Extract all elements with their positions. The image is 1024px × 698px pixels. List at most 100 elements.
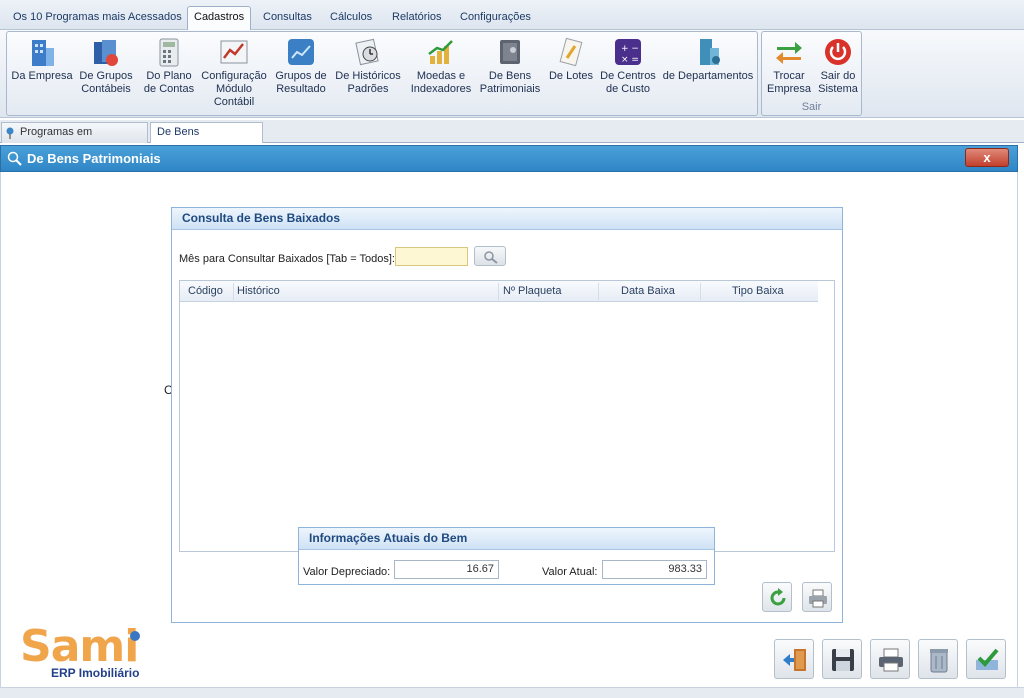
history-icon: [355, 38, 379, 66]
ribbon-button-sair-sistema[interactable]: Sair do Sistema: [814, 36, 862, 96]
search-button[interactable]: [474, 246, 506, 266]
door-exit-icon: [783, 649, 806, 671]
save-button[interactable]: [822, 639, 862, 679]
ribbon-label: Configuração Módulo Contábil: [201, 70, 267, 108]
ribbon-label: Do Plano de Contas: [143, 70, 195, 95]
safe-icon: [500, 40, 520, 64]
grid-header: Código Histórico Nº Plaqueta Data Baixa …: [180, 281, 818, 302]
valor-atual-label: Valor Atual:: [542, 566, 598, 578]
ribbon-toolbar: Da Empresa De Grupos Contábeis Do Plano …: [0, 30, 1024, 118]
ribbon-group-sair: Trocar Empresa Sair do Sistema Sair: [761, 31, 862, 116]
ribbon-label: Da Empresa: [11, 70, 73, 82]
lot-icon: [559, 37, 583, 67]
ribbon-button-plano-contas[interactable]: Do Plano de Contas: [139, 36, 199, 96]
switch-arrows-icon: [776, 42, 802, 64]
book-group-icon: [94, 40, 118, 66]
menu-tab-configuracoes[interactable]: Configurações: [454, 7, 537, 29]
ribbon-label: Sair do Sistema: [818, 70, 858, 95]
menu-tab-calculos[interactable]: Cálculos: [324, 7, 378, 29]
ribbon-button-grupos-contabeis[interactable]: De Grupos Contábeis: [75, 36, 137, 96]
refresh-button[interactable]: [762, 582, 792, 612]
mes-label: Mês para Consultar Baixados [Tab = Todos…: [179, 253, 395, 265]
column-header-plaqueta[interactable]: Nº Plaqueta: [503, 285, 561, 297]
money-chart-icon: [428, 40, 453, 64]
panel-title: Consulta de Bens Baixados: [172, 208, 842, 230]
calculator-icon: [159, 38, 179, 67]
chart-config-icon: [220, 40, 248, 64]
ribbon-label: De Centros de Custo: [600, 70, 656, 95]
ribbon-button-lotes[interactable]: De Lotes: [545, 36, 597, 83]
exit-door-button[interactable]: [774, 639, 814, 679]
mes-input[interactable]: [395, 247, 468, 266]
ribbon-button-config-modulo-contabil[interactable]: Configuração Módulo Contábil: [201, 36, 267, 109]
building-icon: [32, 40, 54, 66]
result-chart-icon: [288, 39, 314, 65]
print-button[interactable]: [802, 582, 832, 612]
svg-text:+ −: + −: [621, 44, 639, 54]
ribbon-button-centros-custo[interactable]: + − × = De Centros de Custo: [597, 36, 659, 96]
valor-depreciado-label: Valor Depreciado:: [303, 566, 391, 578]
calculator-cost-icon: + −× =: [615, 39, 641, 65]
column-divider: [700, 283, 701, 300]
floppy-icon: [832, 649, 854, 671]
print-report-button[interactable]: [870, 639, 910, 679]
department-icon: [700, 39, 720, 65]
window-title-bar: De Bens Patrimoniais x: [0, 145, 1018, 172]
ribbon-button-grupos-resultado[interactable]: Grupos de Resultado: [271, 36, 331, 96]
ribbon-label: Moedas e Indexadores: [410, 70, 472, 95]
logo-subtitle: ERP Imobiliário: [51, 666, 140, 680]
column-divider: [598, 283, 599, 300]
valor-depreciado-field[interactable]: 16.67: [394, 560, 499, 579]
menu-tab-relatorios[interactable]: Relatórios: [386, 7, 448, 29]
column-header-tipo-baixa[interactable]: Tipo Baixa: [732, 285, 784, 297]
ribbon-label: Trocar Empresa: [766, 70, 812, 95]
menu-tab-cadastros[interactable]: Cadastros: [187, 6, 252, 31]
printer-icon: [879, 648, 903, 672]
ribbon-label: de Departamentos: [662, 70, 754, 82]
power-icon: [825, 39, 851, 65]
ribbon-button-bens-patrimoniais[interactable]: De Bens Patrimoniais: [479, 36, 541, 96]
pin-icon: [6, 127, 14, 139]
column-divider: [233, 283, 234, 300]
ribbon-group-caption: Sair: [801, 101, 822, 113]
doc-tab-programas-execucao[interactable]: Programas em Execução: [1, 122, 148, 157]
ribbon-button-historicos-padroes[interactable]: De Históricos Padrões: [333, 36, 403, 96]
valor-atual-field[interactable]: 983.33: [602, 560, 707, 579]
window-title: De Bens Patrimoniais: [27, 151, 161, 166]
trash-icon: [930, 649, 948, 673]
ribbon-label: De Lotes: [548, 70, 594, 82]
ribbon-button-trocar-empresa[interactable]: Trocar Empresa: [764, 36, 814, 96]
status-strip: [0, 687, 1024, 698]
delete-button[interactable]: [918, 639, 958, 679]
menu-tab-top10[interactable]: Os 10 Programas mais Acessados: [7, 7, 188, 29]
sami-logo: Sami ERP Imobiliário: [20, 622, 160, 682]
column-header-data-baixa[interactable]: Data Baixa: [621, 285, 675, 297]
refresh-icon: [770, 588, 786, 606]
document-tabs: Programas em Execução De Bens Patrimonia…: [0, 120, 1024, 157]
main-menu-bar: Os 10 Programas mais Acessados Cadastros…: [0, 0, 1024, 31]
svg-text:× =: × =: [621, 55, 639, 65]
ribbon-button-empresa[interactable]: Da Empresa: [9, 36, 75, 83]
ribbon-label: De Bens Patrimoniais: [479, 70, 541, 95]
ribbon-button-departamentos[interactable]: de Departamentos: [661, 36, 755, 83]
checkmark-icon: [976, 648, 999, 670]
ribbon-button-moedas-indexadores[interactable]: Moedas e Indexadores: [407, 36, 475, 96]
doc-tab-bens-patrimoniais[interactable]: De Bens Patrimoniais: [150, 122, 263, 157]
ribbon-group-cadastros: Da Empresa De Grupos Contábeis Do Plano …: [6, 31, 758, 116]
consulta-panel: Consulta de Bens Baixados Mês para Consu…: [171, 207, 843, 623]
column-header-codigo[interactable]: Código: [188, 285, 223, 297]
bens-baixados-grid[interactable]: Código Histórico Nº Plaqueta Data Baixa …: [179, 280, 835, 552]
search-icon: [484, 251, 498, 264]
printer-icon: [809, 589, 827, 608]
confirm-button[interactable]: [966, 639, 1006, 679]
logo-dot: [130, 631, 140, 641]
logo-brand: Sami: [20, 621, 139, 672]
info-panel: Informações Atuais do Bem Valor Deprecia…: [298, 527, 715, 585]
ribbon-label: De Grupos Contábeis: [79, 70, 133, 95]
column-divider: [498, 283, 499, 300]
close-button[interactable]: x: [965, 148, 1009, 167]
column-header-historico[interactable]: Histórico: [237, 285, 280, 297]
menu-tab-consultas[interactable]: Consultas: [257, 7, 318, 29]
window-icon: [7, 151, 22, 166]
ribbon-label: Grupos de Resultado: [275, 70, 327, 95]
